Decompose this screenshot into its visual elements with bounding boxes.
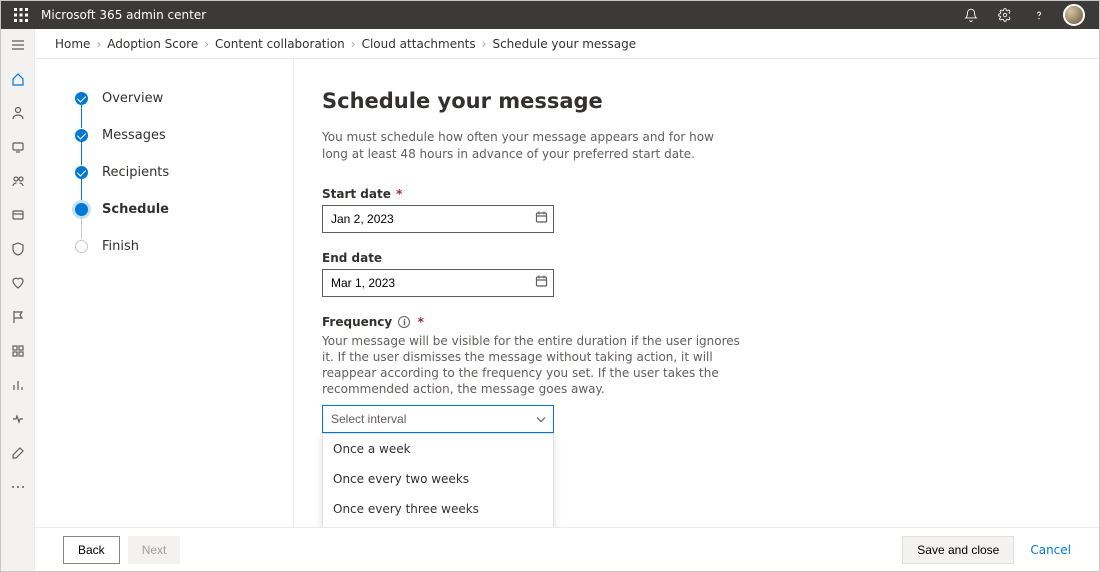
- dot-icon: [75, 240, 88, 253]
- rail-heart-icon[interactable]: [7, 273, 29, 293]
- chevron-right-icon: ›: [96, 37, 101, 51]
- step-recipients[interactable]: Recipients: [75, 165, 269, 202]
- chevron-right-icon: ›: [204, 37, 209, 51]
- frequency-option[interactable]: Once a month: [323, 524, 553, 527]
- rail-health-icon[interactable]: [7, 409, 29, 429]
- page-title: Schedule your message: [322, 89, 1071, 113]
- step-schedule[interactable]: Schedule: [75, 202, 269, 239]
- rail-shield-icon[interactable]: [7, 239, 29, 259]
- step-messages[interactable]: Messages: [75, 128, 269, 165]
- dot-icon: [75, 203, 88, 216]
- frequency-option[interactable]: Once every three weeks: [323, 494, 553, 524]
- rail-devices-icon[interactable]: [7, 137, 29, 157]
- frequency-option[interactable]: Once every two weeks: [323, 464, 553, 494]
- frequency-dropdown: Once a week Once every two weeks Once ev…: [322, 433, 554, 527]
- frequency-help-text: Your message will be visible for the ent…: [322, 333, 752, 398]
- rail-more-icon[interactable]: [7, 477, 29, 497]
- global-header: Microsoft 365 admin center: [1, 1, 1099, 29]
- rail-home-icon[interactable]: [7, 69, 29, 89]
- rail-groups-icon[interactable]: [7, 171, 29, 191]
- form-area: Schedule your message You must schedule …: [294, 59, 1099, 527]
- chevron-right-icon: ›: [351, 37, 356, 51]
- step-overview[interactable]: Overview: [75, 91, 269, 128]
- help-icon[interactable]: [1029, 5, 1049, 25]
- breadcrumb-item[interactable]: Adoption Score: [107, 37, 198, 51]
- app-launcher-icon[interactable]: [9, 3, 33, 27]
- wizard-footer: Back Next Save and close Cancel: [35, 527, 1099, 571]
- page-description: You must schedule how often your message…: [322, 129, 732, 163]
- rail-billing-icon[interactable]: [7, 205, 29, 225]
- end-date-input[interactable]: [322, 269, 554, 297]
- check-icon: [75, 92, 88, 105]
- cancel-link[interactable]: Cancel: [1030, 543, 1071, 557]
- rail-menu-icon[interactable]: [7, 35, 29, 55]
- chevron-right-icon: ›: [482, 37, 487, 51]
- check-icon: [75, 166, 88, 179]
- start-date-label: Start date *: [322, 187, 1071, 201]
- info-icon[interactable]: i: [398, 316, 410, 328]
- rail-flag-icon[interactable]: [7, 307, 29, 327]
- breadcrumb-item[interactable]: Cloud attachments: [362, 37, 476, 51]
- save-and-close-button[interactable]: Save and close: [902, 536, 1014, 564]
- frequency-option[interactable]: Once a week: [323, 434, 553, 464]
- settings-gear-icon[interactable]: [995, 5, 1015, 25]
- frequency-label: Frequency i *: [322, 315, 1071, 329]
- notifications-icon[interactable]: [961, 5, 981, 25]
- end-date-label: End date: [322, 251, 1071, 265]
- user-avatar[interactable]: [1063, 4, 1085, 26]
- check-icon: [75, 129, 88, 142]
- breadcrumb-item[interactable]: Content collaboration: [215, 37, 345, 51]
- rail-edit-icon[interactable]: [7, 443, 29, 463]
- left-rail: [1, 29, 35, 571]
- frequency-select[interactable]: Select interval: [322, 405, 554, 433]
- breadcrumb-item[interactable]: Home: [55, 37, 90, 51]
- step-finish[interactable]: Finish: [75, 239, 269, 276]
- rail-setup-icon[interactable]: [7, 341, 29, 361]
- app-title: Microsoft 365 admin center: [41, 8, 961, 22]
- rail-reports-icon[interactable]: [7, 375, 29, 395]
- next-button: Next: [128, 536, 181, 564]
- breadcrumb-current: Schedule your message: [492, 37, 636, 51]
- rail-users-icon[interactable]: [7, 103, 29, 123]
- wizard-steps: Overview Messages Recipients Schedule Fi…: [35, 59, 293, 527]
- start-date-input[interactable]: [322, 205, 554, 233]
- back-button[interactable]: Back: [63, 536, 120, 564]
- breadcrumb: Home › Adoption Score › Content collabor…: [35, 29, 1099, 59]
